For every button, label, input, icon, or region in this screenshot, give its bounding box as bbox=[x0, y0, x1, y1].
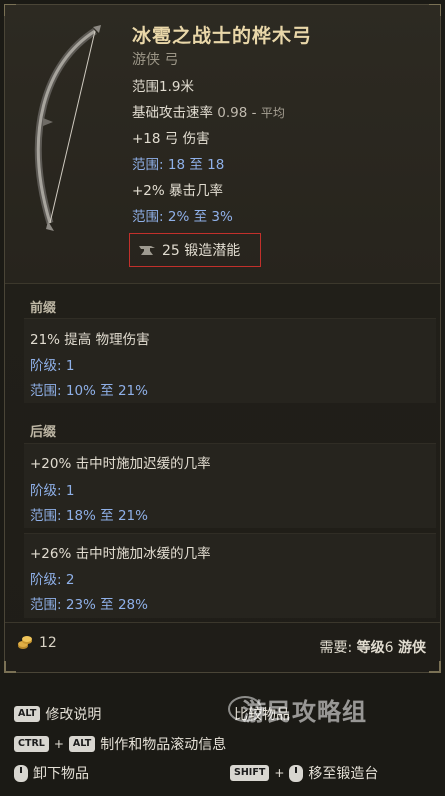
hint-craft-scroll[interactable]: CTRL + ALT 制作和物品滚动信息 bbox=[14, 734, 226, 754]
range-key: 范围: bbox=[132, 209, 164, 225]
range-to: 21% bbox=[117, 508, 148, 524]
item-tooltip: 冰雹之战士的桦木弓 游侠 弓 范围1.9米 基础攻击速率 0.98 - 平均 +… bbox=[4, 4, 441, 673]
requirement: 需要: 等级6 游侠 bbox=[319, 637, 426, 657]
item-header: 冰雹之战士的桦木弓 游侠 弓 范围1.9米 基础攻击速率 0.98 - 平均 +… bbox=[5, 5, 440, 284]
affix-tier: 阶级: 1 bbox=[30, 354, 74, 374]
range-to: 21% bbox=[117, 383, 148, 399]
range-key: 范围: bbox=[30, 508, 62, 524]
range-key: 范围: bbox=[30, 597, 62, 613]
tier-key: 阶级: bbox=[30, 483, 62, 499]
range-to-word: 至 bbox=[193, 209, 208, 225]
affix-text: 21% 提高 物理伤害 bbox=[30, 332, 150, 348]
corner-ornament bbox=[429, 661, 441, 673]
suffix-title: 后缀 bbox=[30, 425, 57, 440]
range-from: 18% bbox=[65, 508, 96, 524]
range-to-word: 至 bbox=[100, 383, 114, 399]
hint-label: 移至锻造台 bbox=[308, 766, 379, 782]
anvil-icon bbox=[139, 246, 155, 255]
range-to: 18 bbox=[207, 157, 225, 173]
level-value: 6 bbox=[384, 640, 394, 656]
hint-unequip[interactable]: 卸下物品 bbox=[14, 763, 89, 783]
prefix-title: 前缀 bbox=[30, 301, 57, 316]
range-key: 范围: bbox=[132, 157, 164, 173]
affix-text: +20% 击中时施加迟缓的几率 bbox=[30, 456, 211, 472]
divider bbox=[5, 622, 440, 623]
hint-modify-description[interactable]: ALT 修改说明 bbox=[14, 704, 101, 724]
ctrl-key: CTRL bbox=[14, 736, 49, 752]
affix-range: 范围: 23% 至 28% bbox=[30, 593, 148, 613]
affix-text: +26% 击中时施加冰缓的几率 bbox=[30, 546, 211, 562]
range-to-word: 至 bbox=[189, 157, 203, 173]
range-to-word: 至 bbox=[100, 508, 114, 524]
forge-potential-text: 25 锻造潜能 bbox=[162, 243, 241, 259]
requirement-label: 需要: bbox=[319, 640, 353, 656]
watermark-logo-icon bbox=[228, 696, 262, 722]
hint-label: 修改说明 bbox=[45, 707, 102, 723]
alt-key: ALT bbox=[14, 706, 41, 722]
plus-sign: + bbox=[53, 737, 64, 751]
shift-key: SHIFT bbox=[230, 765, 270, 781]
stat-crit: +2% 暴击几率 bbox=[132, 183, 224, 199]
gold-amount: 12 bbox=[39, 635, 57, 651]
forge-potential: 25 锻造潜能 bbox=[129, 233, 261, 267]
tier-key: 阶级: bbox=[30, 358, 62, 374]
level-label: 等级 bbox=[356, 640, 385, 656]
stat-bow-damage: +18 弓 伤害 bbox=[132, 131, 210, 147]
range-from: 18 bbox=[167, 157, 186, 173]
range-from: 23% bbox=[65, 597, 96, 613]
affix-tier: 阶级: 1 bbox=[30, 479, 74, 499]
alt-key: ALT bbox=[68, 736, 96, 752]
mouse-icon bbox=[289, 764, 304, 782]
range-to: 28% bbox=[117, 597, 148, 613]
range-to: 3% bbox=[211, 209, 233, 225]
stat-crit-range: 范围: 2% 至 3% bbox=[132, 205, 233, 225]
tier-key: 阶级: bbox=[30, 572, 62, 588]
plus-sign: + bbox=[274, 766, 285, 780]
mouse-icon bbox=[14, 764, 28, 782]
attack-speed-tag: 平均 bbox=[260, 106, 285, 120]
affix-tier: 阶级: 2 bbox=[30, 568, 74, 588]
stat-bow-damage-range: 范围: 18 至 18 bbox=[132, 153, 224, 173]
hint-label: 卸下物品 bbox=[33, 766, 89, 782]
attack-speed-value: 0.98 bbox=[217, 105, 248, 121]
sell-value: 12 bbox=[17, 635, 57, 651]
tier-value: 1 bbox=[65, 483, 75, 499]
range-from: 2% bbox=[167, 209, 190, 225]
tier-value: 1 bbox=[65, 358, 75, 374]
stat-range: 范围1.9米 bbox=[132, 79, 194, 95]
stat-attack-speed: 基础攻击速率 0.98 - 平均 bbox=[132, 101, 285, 121]
range-key: 范围: bbox=[30, 383, 62, 399]
bow-icon bbox=[34, 25, 101, 231]
item-type: 游侠 弓 bbox=[132, 52, 179, 68]
control-hints: ALT 修改说明 比较物品 CTRL + ALT 制作和物品滚动信息 卸下物品 … bbox=[0, 690, 445, 796]
attack-speed-label: 基础攻击速率 bbox=[132, 105, 213, 121]
class-requirement: 游侠 bbox=[398, 640, 426, 656]
attack-speed-sep: - bbox=[251, 105, 257, 121]
hint-label: 制作和物品滚动信息 bbox=[100, 737, 227, 753]
tier-value: 2 bbox=[65, 572, 75, 588]
range-from: 10% bbox=[65, 383, 96, 399]
item-name: 冰雹之战士的桦木弓 bbox=[132, 25, 313, 47]
corner-ornament bbox=[4, 661, 16, 673]
affix-range: 范围: 10% 至 21% bbox=[30, 379, 148, 399]
gold-coins-icon bbox=[18, 636, 32, 649]
affix-range: 范围: 18% 至 21% bbox=[30, 504, 148, 524]
hint-move-to-forge[interactable]: SHIFT + 移至锻造台 bbox=[230, 763, 378, 783]
range-to-word: 至 bbox=[100, 597, 114, 613]
